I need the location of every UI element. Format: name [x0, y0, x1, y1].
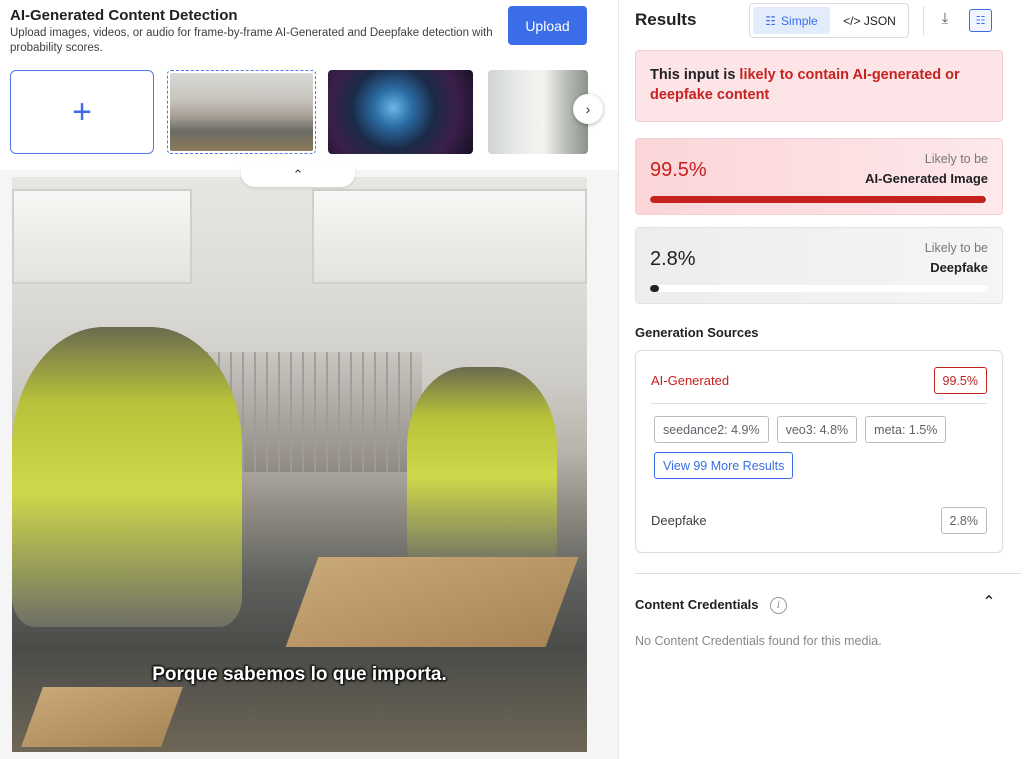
thumbnail-image: [170, 73, 313, 151]
results-panel: Results ☷ Simple </> JSON ⤓ ☷ This input…: [618, 0, 1024, 759]
deepfake-score-bar: [650, 285, 988, 292]
preview-caption: Porque sabemos lo que importa.: [152, 664, 447, 685]
page-subtitle: Upload images, videos, or audio for fram…: [10, 27, 493, 54]
preview-window: [12, 189, 192, 284]
app: AI-Generated Content Detection Upload im…: [0, 0, 1024, 759]
download-icon[interactable]: ⤓: [935, 10, 955, 30]
ai-score-card: 99.5% Likely to be AI-Generated Image: [635, 138, 1003, 215]
details-view-icon[interactable]: ☷: [969, 9, 992, 32]
section-divider: [635, 573, 1021, 574]
view-more-results-button[interactable]: View 99 More Results: [654, 452, 794, 479]
page-title: AI-Generated Content Detection: [10, 7, 238, 24]
chevron-up-icon[interactable]: ⌃: [979, 592, 999, 612]
view-simple-button[interactable]: ☷ Simple: [753, 7, 830, 34]
generation-chips: seedance2: 4.9% veo3: 4.8% meta: 1.5%: [654, 416, 947, 443]
results-title: Results: [635, 10, 697, 29]
chevron-right-icon: ›: [585, 101, 591, 117]
left-panel: AI-Generated Content Detection Upload im…: [0, 0, 618, 759]
thumbnails-next-button[interactable]: ›: [573, 94, 603, 124]
ai-score-kind: AI-Generated Image: [865, 171, 988, 186]
generation-divider: [651, 403, 987, 404]
source-chip: seedance2: 4.9%: [654, 416, 769, 443]
ai-score-bar-fill: [650, 196, 987, 203]
list-view-icon: ☷: [765, 13, 777, 28]
generation-deepfake-label: Deepfake: [651, 513, 707, 528]
generation-sources-box: AI-Generated 99.5% seedance2: 4.9% veo3:…: [635, 350, 1003, 553]
chevron-up-icon: ⌃: [292, 167, 304, 182]
info-icon[interactable]: i: [770, 597, 787, 614]
deepfake-score-bar-fill: [650, 285, 660, 292]
preview-worker: [407, 367, 557, 567]
deepfake-score-card: 2.8% Likely to be Deepfake: [635, 227, 1003, 304]
ai-score-bar: [650, 196, 988, 203]
source-chip: veo3: 4.8%: [776, 416, 858, 443]
deepfake-score-value: 2.8%: [650, 248, 696, 270]
collapse-thumbnails-button[interactable]: ⌃: [241, 163, 355, 187]
ai-score-value: 99.5%: [650, 159, 707, 181]
deepfake-score-likely: Likely to be: [924, 241, 988, 255]
verdict-prefix: This input is: [650, 67, 740, 83]
source-chip: meta: 1.5%: [865, 416, 947, 443]
upload-button[interactable]: Upload: [508, 6, 587, 45]
preview-cardboard: [285, 557, 579, 647]
view-json-button[interactable]: </> JSON: [832, 7, 907, 34]
toolbar-divider: [923, 6, 924, 36]
thumbnail-selected[interactable]: [167, 70, 316, 154]
thumbnail-strip: +: [10, 70, 588, 154]
header: AI-Generated Content Detection Upload im…: [0, 0, 618, 170]
view-json-label: </> JSON: [843, 13, 896, 28]
view-toggle: ☷ Simple </> JSON: [749, 3, 909, 38]
preview-cardboard: [21, 687, 183, 747]
deepfake-score-kind: Deepfake: [930, 260, 988, 275]
plus-icon: +: [72, 93, 92, 131]
content-credentials-empty: No Content Credentials found for this me…: [635, 634, 882, 648]
add-media-button[interactable]: +: [10, 70, 154, 154]
media-preview: Porque sabemos lo que importa.: [12, 177, 587, 752]
thumbnail-item[interactable]: [328, 70, 473, 154]
preview-worker: [12, 327, 242, 627]
verdict-banner: This input is likely to contain AI-gener…: [635, 50, 1003, 122]
generation-deepfake-badge: 2.8%: [940, 507, 987, 534]
generation-ai-badge: 99.5%: [933, 367, 987, 394]
preview-window: [312, 189, 587, 284]
ai-score-likely: Likely to be: [924, 152, 988, 166]
generation-ai-label: AI-Generated: [651, 373, 730, 388]
generation-sources-title: Generation Sources: [635, 325, 759, 340]
view-simple-label: Simple: [781, 13, 818, 28]
content-credentials-title: Content Credentials: [635, 597, 759, 612]
